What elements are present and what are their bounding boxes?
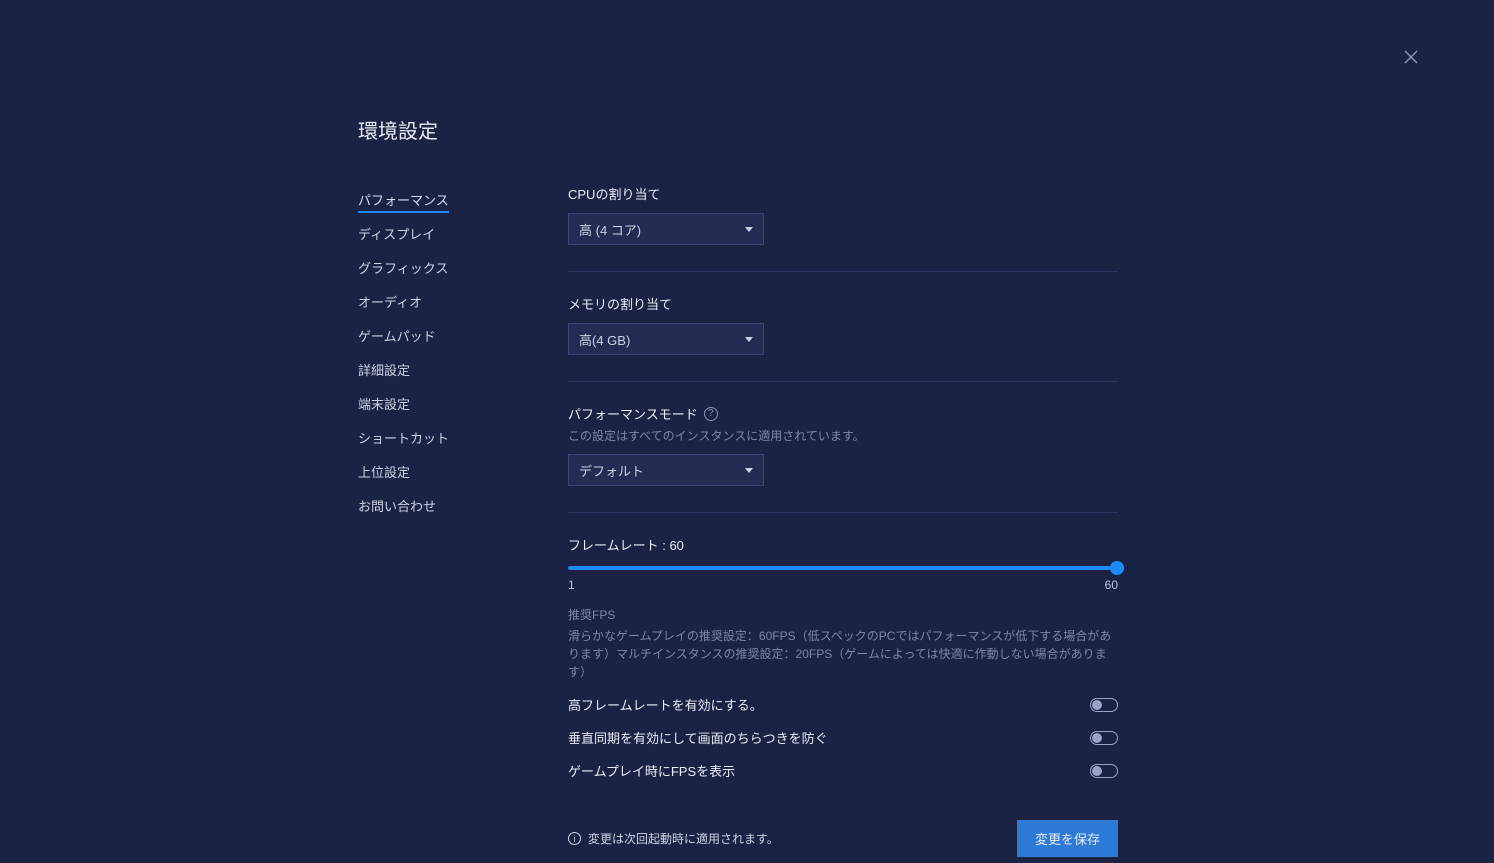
chevron-down-icon	[745, 337, 753, 342]
frame-rate-max: 60	[1105, 578, 1118, 592]
toggle-vsync[interactable]	[1090, 731, 1118, 745]
perf-mode-title: パフォーマンスモード ?	[568, 404, 1118, 423]
frame-rate-label-prefix: フレームレート :	[568, 538, 669, 553]
sidebar-item-shortcuts[interactable]: ショートカット	[358, 422, 568, 453]
toggle-show-fps-label: ゲームプレイ時にFPSを表示	[568, 761, 735, 780]
save-button[interactable]: 変更を保存	[1017, 820, 1118, 857]
toggle-vsync-label: 垂直同期を有効にして画面のちらつきを防ぐ	[568, 728, 828, 747]
sidebar-item-premium[interactable]: 上位設定	[358, 456, 568, 487]
frame-rate-min: 1	[568, 578, 575, 592]
toggle-knob	[1092, 700, 1102, 710]
sidebar-item-label: ショートカット	[358, 431, 449, 446]
memory-title: メモリの割り当て	[568, 294, 1118, 313]
help-icon[interactable]: ?	[704, 407, 718, 421]
sidebar-item-label: ゲームパッド	[358, 329, 436, 344]
perf-mode-dropdown-value: デフォルト	[579, 461, 644, 480]
frame-rate-label: フレームレート : 60	[568, 535, 1118, 554]
sidebar-item-label: ディスプレイ	[358, 227, 435, 242]
divider	[568, 271, 1118, 272]
info-icon: i	[568, 832, 581, 845]
sidebar-item-performance[interactable]: パフォーマンス	[358, 184, 568, 215]
sidebar-item-device[interactable]: 端末設定	[358, 388, 568, 419]
sidebar-item-label: パフォーマンス	[358, 193, 449, 213]
toggle-knob	[1092, 733, 1102, 743]
settings-content: CPUの割り当て 高 (4 コア) メモリの割り当て 高(4 GB) パフォーマ…	[568, 184, 1118, 857]
page-title: 環境設定	[358, 115, 1118, 144]
sidebar-item-label: お問い合わせ	[358, 499, 436, 514]
sidebar-item-advanced[interactable]: 詳細設定	[358, 354, 568, 385]
sidebar-item-label: グラフィックス	[358, 261, 448, 276]
cpu-title: CPUの割り当て	[568, 184, 1118, 203]
memory-dropdown-value: 高(4 GB)	[579, 330, 630, 349]
sidebar-item-label: 詳細設定	[358, 363, 410, 378]
frame-rate-range: 1 60	[568, 578, 1118, 592]
perf-mode-dropdown[interactable]: デフォルト	[568, 454, 764, 486]
cpu-section: CPUの割り当て 高 (4 コア)	[568, 184, 1118, 245]
sidebar-item-label: 上位設定	[358, 465, 410, 480]
memory-dropdown[interactable]: 高(4 GB)	[568, 323, 764, 355]
sidebar-item-label: 端末設定	[358, 397, 410, 412]
close-button[interactable]	[1402, 48, 1426, 72]
perf-mode-section: パフォーマンスモード ? この設定はすべてのインスタンスに適用されています。 デ…	[568, 404, 1118, 486]
cpu-dropdown-value: 高 (4 コア)	[579, 220, 641, 239]
frame-rate-slider[interactable]	[568, 566, 1118, 570]
chevron-down-icon	[745, 227, 753, 232]
frame-rate-section: フレームレート : 60 1 60 推奨FPS 滑らかなゲームプレイの推奨設定：…	[568, 535, 1118, 681]
close-icon	[1402, 48, 1420, 66]
divider	[568, 381, 1118, 382]
sidebar-item-display[interactable]: ディスプレイ	[358, 218, 568, 249]
divider	[568, 512, 1118, 513]
perf-mode-sub: この設定はすべてのインスタンスに適用されています。	[568, 427, 1118, 444]
footer: i 変更は次回起動時に適用されます。 変更を保存	[568, 820, 1118, 857]
toggle-high-fps-label: 高フレームレートを有効にする。	[568, 695, 763, 714]
fps-reco-title: 推奨FPS	[568, 606, 1118, 623]
toggle-knob	[1092, 766, 1102, 776]
frame-rate-value: 60	[669, 538, 683, 553]
toggle-show-fps[interactable]	[1090, 764, 1118, 778]
sidebar-item-label: オーディオ	[358, 295, 422, 310]
footer-note-text: 変更は次回起動時に適用されます。	[588, 830, 779, 847]
toggle-high-fps[interactable]	[1090, 698, 1118, 712]
chevron-down-icon	[745, 468, 753, 473]
toggle-vsync-row: 垂直同期を有効にして画面のちらつきを防ぐ	[568, 728, 1118, 747]
fps-reco-text: 滑らかなゲームプレイの推奨設定：60FPS（低スペックのPCではパフォーマンスが…	[568, 627, 1118, 681]
sidebar-item-audio[interactable]: オーディオ	[358, 286, 568, 317]
cpu-dropdown[interactable]: 高 (4 コア)	[568, 213, 764, 245]
sidebar-item-graphics[interactable]: グラフィックス	[358, 252, 568, 283]
memory-section: メモリの割り当て 高(4 GB)	[568, 294, 1118, 355]
perf-mode-title-text: パフォーマンスモード	[568, 404, 698, 423]
toggle-high-fps-row: 高フレームレートを有効にする。	[568, 695, 1118, 714]
slider-thumb[interactable]	[1110, 561, 1124, 575]
sidebar-item-contact[interactable]: お問い合わせ	[358, 490, 568, 521]
toggle-show-fps-row: ゲームプレイ時にFPSを表示	[568, 761, 1118, 780]
settings-sidebar: パフォーマンス ディスプレイ グラフィックス オーディオ ゲームパッド 詳細設定…	[358, 184, 568, 857]
footer-note: i 変更は次回起動時に適用されます。	[568, 830, 779, 847]
sidebar-item-gamepad[interactable]: ゲームパッド	[358, 320, 568, 351]
